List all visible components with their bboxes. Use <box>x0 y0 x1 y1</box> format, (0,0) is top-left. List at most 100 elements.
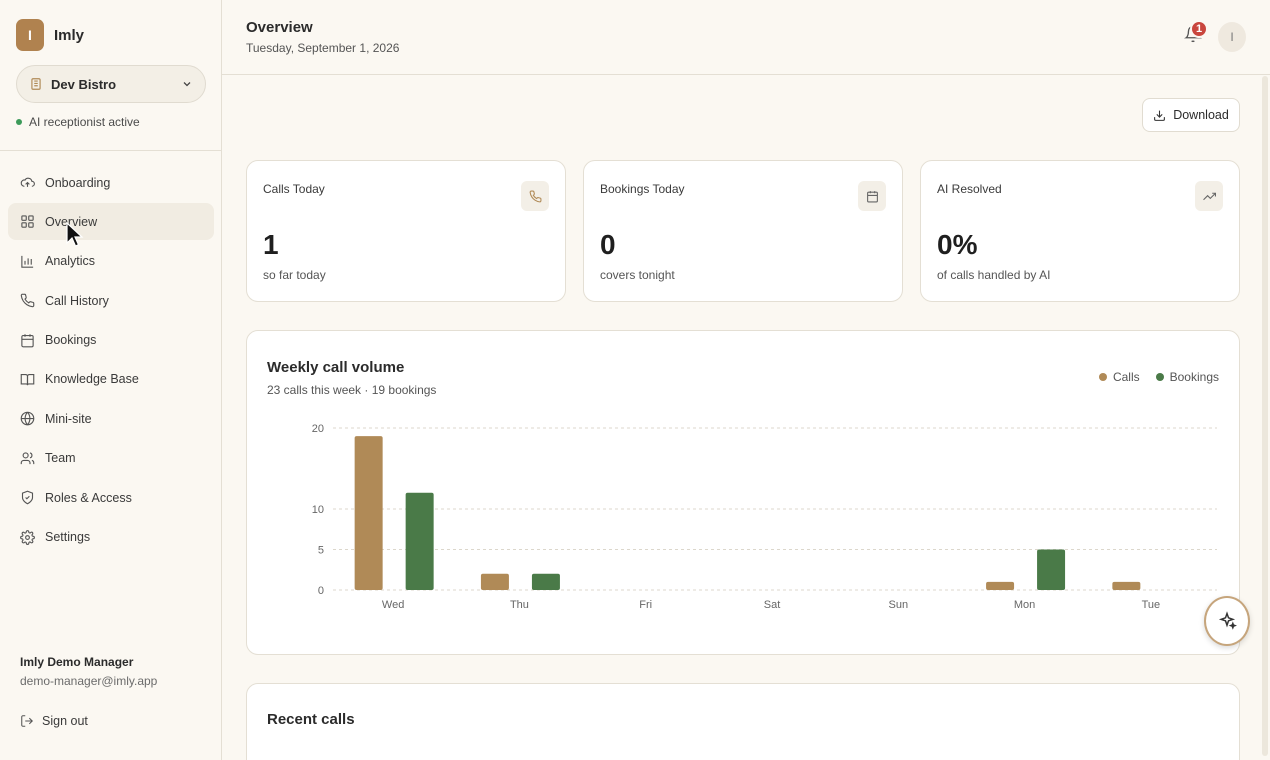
chevron-down-icon <box>183 82 191 87</box>
bar-chart-icon <box>21 255 34 268</box>
x-tick-label: Wed <box>382 599 404 611</box>
gear-icon <box>20 529 35 545</box>
bar-calls-mon[interactable] <box>986 581 1015 590</box>
sidebar-item-label: Analytics <box>45 254 96 269</box>
sidebar-item-knowledge-base[interactable]: Knowledge Base <box>8 361 214 398</box>
sidebar-item-label: Knowledge Base <box>45 372 139 387</box>
scrollbar[interactable] <box>1262 76 1268 756</box>
stat-icon-box <box>858 181 886 211</box>
sidebar-item-label: Team <box>45 451 76 466</box>
ai-assistant-button[interactable] <box>1204 596 1250 646</box>
globe-icon <box>20 412 35 426</box>
calendar-icon <box>21 333 34 347</box>
recent-calls-title: Recent calls <box>267 711 355 728</box>
page-header: Overview Tuesday, September 1, 2026 1 I <box>222 0 1270 75</box>
notification-badge: 1 <box>1190 20 1208 38</box>
stat-value: 1 <box>263 229 279 260</box>
sidebar-item-label: Call History <box>45 293 109 308</box>
sign-out-button[interactable]: Sign out <box>20 714 88 728</box>
sidebar-item-bookings[interactable]: Bookings <box>8 322 214 359</box>
sidebar-item-label: Mini-site <box>45 411 92 426</box>
y-tick-label: 10 <box>312 504 324 516</box>
stat-sub: covers tonight <box>600 268 675 282</box>
download-button[interactable]: Download <box>1142 98 1240 132</box>
sidebar-item-analytics[interactable]: Analytics <box>8 243 214 280</box>
venue-name: Dev Bistro <box>51 76 117 92</box>
sidebar-item-settings[interactable]: Settings <box>8 519 214 556</box>
recent-calls-card: Recent calls <box>246 683 1240 760</box>
sidebar-nav: Onboarding Overview Analytics Call Histo… <box>8 164 214 558</box>
x-tick-label: Mon <box>1014 599 1035 611</box>
shield-icon <box>21 490 34 505</box>
bar-calls-wed[interactable] <box>354 436 383 590</box>
sidebar: I Imly Dev Bistro AI receptionist active… <box>0 0 222 760</box>
download-label: Download <box>1173 108 1229 122</box>
status-dot <box>16 119 22 125</box>
ai-status: AI receptionist active <box>16 115 140 129</box>
download-icon <box>1154 110 1166 121</box>
book-icon <box>20 373 35 386</box>
stat-sub: of calls handled by AI <box>937 268 1051 282</box>
venue-selector[interactable]: Dev Bistro <box>16 65 206 103</box>
user-info: Imly Demo Manager demo-manager@imly.app <box>20 655 157 688</box>
sidebar-item-team[interactable]: Team <box>8 440 214 477</box>
x-tick-label: Sat <box>764 599 781 611</box>
brand-logo: I <box>16 19 44 51</box>
stat-sub: so far today <box>263 268 326 282</box>
log-out-icon <box>21 715 33 727</box>
stat-label: AI Resolved <box>937 182 1002 196</box>
stat-card-calls-today: Calls Today 1 so far today <box>246 160 566 302</box>
sidebar-item-mini-site[interactable]: Mini-site <box>8 400 214 437</box>
sidebar-item-overview[interactable]: Overview <box>8 203 214 241</box>
y-tick-label: 5 <box>318 545 324 557</box>
trending-up-icon <box>1202 192 1216 200</box>
x-tick-label: Thu <box>510 599 529 611</box>
page-title: Overview <box>246 19 313 36</box>
calendar-icon <box>866 190 878 202</box>
sidebar-item-label: Onboarding <box>45 175 111 190</box>
status-text: AI receptionist active <box>29 115 140 129</box>
sidebar-item-label: Settings <box>45 530 91 545</box>
stat-value: 0 <box>600 229 616 260</box>
sidebar-divider <box>0 150 221 151</box>
x-tick-label: Sun <box>888 599 908 611</box>
mouse-cursor-icon <box>66 222 84 247</box>
x-tick-label: Fri <box>639 599 652 611</box>
sidebar-item-roles-access[interactable]: Roles & Access <box>8 479 214 516</box>
avatar[interactable]: I <box>1218 22 1246 52</box>
page-date: Tuesday, September 1, 2026 <box>246 41 400 55</box>
stat-value: 0% <box>937 229 978 260</box>
sidebar-item-label: Bookings <box>45 333 97 348</box>
sidebar-item-label: Roles & Access <box>45 490 132 505</box>
stat-label: Bookings Today <box>600 182 685 196</box>
stat-icon-box <box>1195 181 1223 211</box>
sidebar-item-call-history[interactable]: Call History <box>8 282 214 319</box>
weekly-volume-card: Weekly call volume 23 calls this week · … <box>246 330 1240 655</box>
bar-bookings-mon[interactable] <box>1037 549 1066 591</box>
user-email: demo-manager@imly.app <box>20 674 158 688</box>
grid-icon <box>21 215 34 229</box>
cloud-upload-icon <box>20 177 35 187</box>
brand-name: Imly <box>54 26 85 44</box>
bar-chart: 0 5 10 20 Wed Thu Fri Sat Sun Mon Tue <box>312 423 1217 611</box>
phone-icon <box>529 190 541 202</box>
stat-card-bookings-today: Bookings Today 0 covers tonight <box>583 160 903 302</box>
stat-card-ai-resolved: AI Resolved 0% of calls handled by AI <box>920 160 1240 302</box>
sidebar-item-onboarding[interactable]: Onboarding <box>8 164 214 201</box>
bar-bookings-wed[interactable] <box>405 492 434 590</box>
sparkle-icon <box>1218 611 1237 630</box>
building-icon <box>31 78 41 90</box>
users-icon <box>20 452 35 464</box>
stat-label: Calls Today <box>263 182 325 196</box>
y-tick-label: 0 <box>318 585 324 597</box>
stat-icon-box <box>521 181 549 211</box>
user-name: Imly Demo Manager <box>20 655 134 669</box>
phone-icon <box>20 293 35 308</box>
sign-out-label: Sign out <box>42 714 88 728</box>
bar-calls-thu[interactable] <box>480 573 509 590</box>
x-tick-label: Tue <box>1142 599 1161 611</box>
bar-calls-tue[interactable] <box>1112 581 1141 590</box>
brand[interactable]: I Imly <box>16 19 84 51</box>
y-tick-label: 20 <box>312 423 324 435</box>
bar-bookings-thu[interactable] <box>531 573 560 590</box>
